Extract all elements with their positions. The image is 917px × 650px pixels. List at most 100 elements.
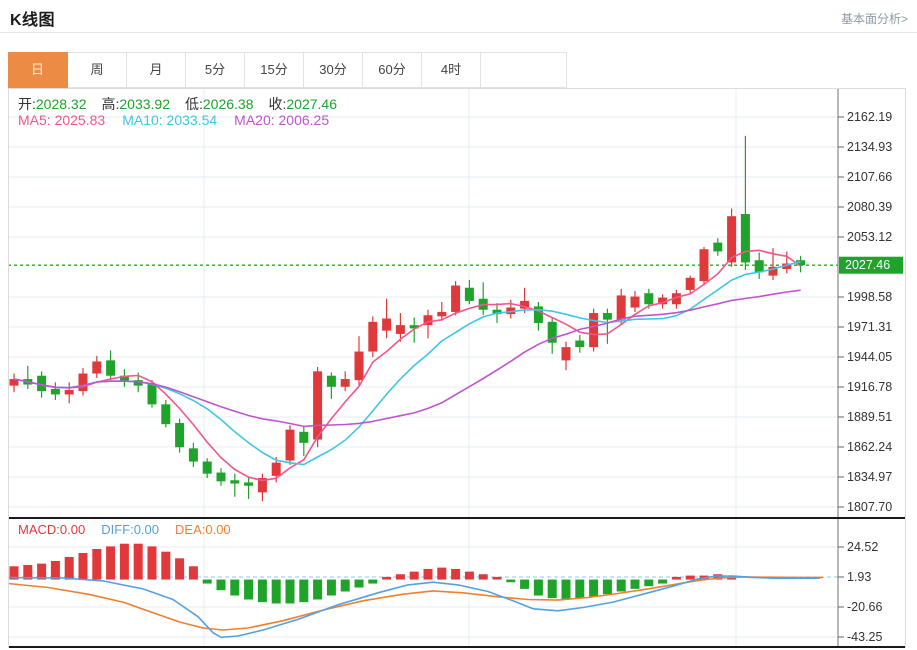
macd-bar xyxy=(644,579,654,587)
candle-body xyxy=(326,375,336,387)
axis-tick-label: 1889.51 xyxy=(847,410,892,424)
candle-body xyxy=(451,285,461,312)
tab-4hour[interactable]: 4时 xyxy=(422,53,481,87)
ma5-line xyxy=(13,249,802,482)
candle-body xyxy=(685,277,695,290)
axis-tick-label: 1807.70 xyxy=(847,500,892,514)
macd-bar xyxy=(409,571,419,580)
macd-bar xyxy=(395,574,405,580)
candle-body xyxy=(230,480,240,484)
candle-body xyxy=(161,404,171,425)
tab-day[interactable]: 日 xyxy=(8,52,68,88)
macd-bar xyxy=(147,546,157,580)
main-chart-svg[interactable]: 2162.19 2134.93 2107.66 2080.39 2053.12 1998.… xyxy=(8,88,906,517)
macd-bar xyxy=(547,579,557,599)
ma20-line xyxy=(13,289,801,428)
page-title: K线图 xyxy=(10,12,56,29)
candle-body xyxy=(630,296,640,308)
candle-body xyxy=(616,295,626,320)
macd-bar xyxy=(119,543,129,580)
macd-bar xyxy=(285,579,295,604)
macd-bar xyxy=(451,568,461,580)
macd-bar xyxy=(520,579,530,589)
macd-bar xyxy=(368,579,378,584)
candle-body xyxy=(147,383,157,405)
candle-body xyxy=(395,325,405,334)
macd-bar xyxy=(589,579,599,597)
candle-body xyxy=(561,347,571,361)
macd-bar xyxy=(671,576,681,580)
candle-body xyxy=(313,371,323,440)
axis-tick-label: 1.93 xyxy=(847,570,871,584)
macd-bar xyxy=(175,558,185,580)
macd-bar xyxy=(202,579,212,584)
tab-60min[interactable]: 60分 xyxy=(363,53,422,87)
macd-axis-labels: 24.52 1.93 -20.66 -43.25 xyxy=(838,540,882,644)
candle-body xyxy=(271,462,281,476)
candle-body xyxy=(740,214,750,263)
candle-body xyxy=(754,260,764,273)
tab-30min[interactable]: 30分 xyxy=(304,53,363,87)
tabbar-filler xyxy=(481,53,566,87)
macd-bar xyxy=(492,576,502,580)
macd-bar xyxy=(423,568,433,580)
macd-bar xyxy=(50,560,60,580)
macd-bar xyxy=(78,553,88,580)
macd-bar xyxy=(133,543,143,580)
macd-bar xyxy=(64,556,74,580)
candle-body xyxy=(299,431,309,443)
macd-bar xyxy=(271,579,281,604)
tab-15min[interactable]: 15分 xyxy=(245,53,304,87)
chart-area: 2162.19 2134.93 2107.66 2080.39 2053.12 1998.… xyxy=(8,88,906,648)
macd-bar xyxy=(437,567,447,580)
tab-week[interactable]: 周 xyxy=(68,53,127,87)
macd-bar xyxy=(326,579,336,596)
candle-body xyxy=(202,461,212,474)
price-axis-labels: 2162.19 2134.93 2107.66 2080.39 2053.12 1998.… xyxy=(838,110,892,514)
tab-month[interactable]: 月 xyxy=(127,53,186,87)
axis-tick-label: 2107.66 xyxy=(847,170,892,184)
macd-bar xyxy=(299,579,309,603)
macd-bar xyxy=(602,579,612,595)
tab-5min[interactable]: 5分 xyxy=(186,53,245,87)
candle-body xyxy=(354,351,364,381)
axis-tick-label: 1971.31 xyxy=(847,320,892,334)
macd-bar xyxy=(575,579,585,599)
current-price-label: 2027.46 xyxy=(845,258,890,272)
macd-bar xyxy=(506,579,516,583)
axis-tick-label: 2053.12 xyxy=(847,230,892,244)
macd-bar xyxy=(464,571,474,580)
axis-tick-label: 24.52 xyxy=(847,540,878,554)
fundamental-analysis-link[interactable]: 基本面分析> xyxy=(841,10,908,27)
candle-body xyxy=(188,448,198,462)
candle-body xyxy=(644,293,654,305)
candle-body xyxy=(464,287,474,301)
axis-tick-label: 1834.97 xyxy=(847,470,892,484)
macd-bar xyxy=(616,579,626,592)
candle-body xyxy=(699,249,709,282)
macd-bar xyxy=(106,546,116,580)
candle-body xyxy=(368,321,378,352)
macd-bar xyxy=(230,579,240,596)
axis-tick-label: 1944.05 xyxy=(847,350,892,364)
axis-tick-label: 2080.39 xyxy=(847,200,892,214)
timeframe-tabs: 日 周 月 5分 15分 30分 60分 4时 xyxy=(8,52,567,88)
macd-chart-svg[interactable]: 24.52 1.93 -20.66 -43.25 xyxy=(8,517,906,648)
macd-bar xyxy=(340,579,350,592)
candle-body xyxy=(437,311,447,317)
candle-body xyxy=(216,472,226,482)
macd-bar xyxy=(658,579,668,584)
macd-bar xyxy=(478,574,488,580)
macd-bar xyxy=(313,579,323,600)
axis-tick-label: -20.66 xyxy=(847,600,882,614)
candle-body xyxy=(175,423,185,448)
candle-body xyxy=(244,482,254,486)
ma10-line xyxy=(13,261,801,466)
candle-body xyxy=(713,242,723,252)
axis-tick-label: 1862.24 xyxy=(847,440,892,454)
candle-body xyxy=(106,360,116,376)
candle-body xyxy=(575,340,585,348)
macd-bar xyxy=(354,579,364,588)
price-gridlines xyxy=(8,89,838,517)
macd-bar xyxy=(257,579,267,603)
